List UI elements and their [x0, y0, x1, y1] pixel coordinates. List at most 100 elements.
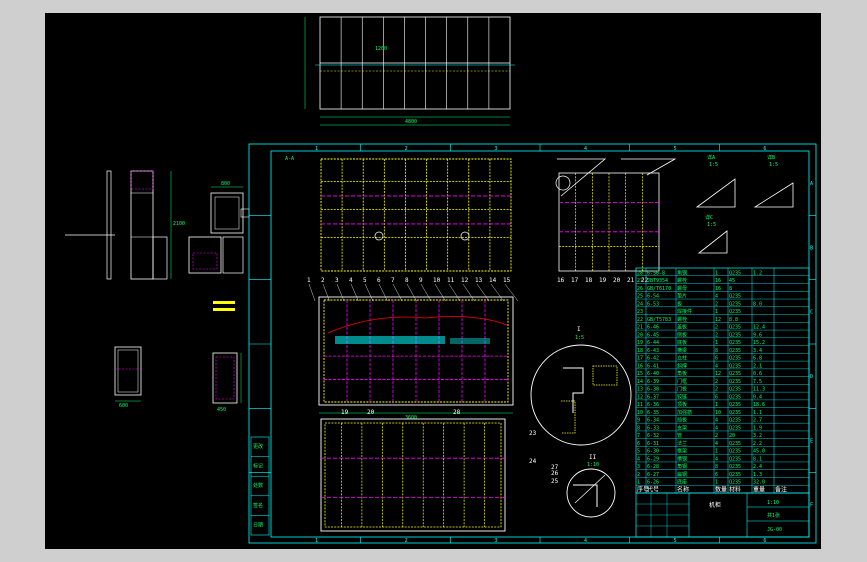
bom-cell: Q235	[729, 418, 741, 424]
bom-cell: Q235	[729, 387, 741, 393]
bom-cell: 11	[637, 402, 643, 408]
balloon-number: 23	[529, 430, 537, 437]
balloon-number: 14	[489, 277, 497, 284]
bom-cell: 6-35	[647, 410, 659, 416]
detail-2-label: II	[589, 454, 597, 461]
balloon-number: 8	[405, 277, 409, 284]
bom-cell: Q235	[729, 325, 741, 331]
balloon-leader	[308, 283, 316, 302]
bom-cell: 1.3	[753, 472, 762, 478]
bom-cell: 12.4	[753, 325, 765, 331]
detail-circle-1: I 1:5	[530, 326, 632, 446]
bom-cell: 2.2	[753, 441, 762, 447]
bom-cell: 8	[715, 464, 718, 470]
bom-cell: 18.6	[753, 402, 765, 408]
balloon-leader	[392, 283, 403, 302]
bom-table: 28 6-56-8 角钢 1 Q235 1.227 JBT9354 螺栓 16 4526 GB/T6…	[635, 267, 810, 494]
bom-cell: 0.6	[753, 371, 762, 377]
bom-cell: 5	[637, 449, 640, 455]
bom-cell: 斜撑	[677, 362, 687, 369]
balloon-number: 2	[321, 277, 325, 284]
zone-number-bottom: 6	[763, 538, 766, 544]
bom-cell: 6-39	[647, 379, 659, 385]
left-front-small-view: 600 450	[114, 346, 242, 413]
bom-cell: 25	[637, 294, 643, 300]
bom-cell: 8.0	[753, 301, 762, 307]
bom-cell: 螺母	[677, 285, 687, 292]
bom-cell: 框架	[677, 448, 687, 455]
bom-header-cell: 数量	[715, 486, 727, 494]
dim-small-a: 800	[221, 181, 230, 187]
zone-number-top: 2	[405, 146, 408, 152]
top-plan-view: 4800 1200	[304, 16, 515, 126]
zone-letter-side: D	[810, 374, 813, 380]
bom-cell: 立柱	[677, 355, 687, 362]
zone-number-bottom: 5	[674, 538, 677, 544]
bom-cell: 6-41	[647, 363, 659, 369]
bom-cell: 1	[637, 480, 640, 486]
bom-header-cell: 材料	[729, 486, 741, 494]
bom-cell: 32.0	[753, 480, 765, 486]
zone-number-bottom: 2	[405, 538, 408, 544]
bom-cell: 槽钢	[677, 455, 687, 462]
bom-cell: 8.1	[753, 456, 762, 462]
bom-cell: 门框	[677, 378, 687, 385]
detail-circle-2: II 1:10	[566, 454, 616, 518]
bom-cell: Q235	[729, 464, 741, 470]
bom-cell: 2	[715, 387, 718, 393]
bom-cell: Q235	[729, 472, 741, 478]
balloon-number: 25	[551, 478, 559, 485]
bom-cell: 21	[637, 325, 643, 331]
bom-header-cell: 重量	[753, 486, 765, 494]
bom-cell: 4	[715, 456, 718, 462]
bom-header-cell: 名称	[677, 486, 689, 494]
bom-cell: 0.4	[753, 394, 762, 400]
bom-cell: 角钢	[677, 463, 687, 470]
bom-cell: 扁钢	[677, 471, 687, 478]
bom-cell: 6-28	[647, 464, 659, 470]
cad-viewport[interactable]: 4800 1200 2100 800 600 450 1 2 3 4 5 6 1…	[45, 13, 821, 549]
bom-cell: 10	[637, 410, 643, 416]
zone-number-top: 3	[494, 146, 497, 152]
bom-cell: Q235	[729, 270, 741, 276]
bom-cell: 12	[637, 394, 643, 400]
balloon-leader	[322, 283, 330, 302]
bom-cell: 3	[637, 464, 640, 470]
balloon-number: 15	[503, 277, 511, 284]
bom-cell: 盖板	[677, 324, 687, 331]
bom-cell: 法兰	[677, 440, 687, 447]
bom-cell: 螺栓	[677, 316, 687, 323]
bom-cell: 顶板	[677, 401, 687, 408]
bom-cell: 15.2	[753, 340, 765, 346]
bom-cell: 1	[715, 340, 718, 346]
bom-cell: 20	[729, 433, 735, 439]
balloon-leader	[364, 283, 374, 302]
bom-cell: 3.4	[753, 348, 762, 354]
bom-cell: 14	[637, 379, 643, 385]
bom-cell: 45.0	[753, 449, 765, 455]
bom-cell: 23	[637, 309, 643, 315]
bom-cell: 2	[715, 433, 718, 439]
bom-cell: Q235	[729, 371, 741, 377]
bom-cell: 铰链	[677, 393, 687, 400]
bom-cell: 角板	[677, 370, 687, 377]
bom-cell: 1.2	[753, 270, 762, 276]
title-drawing-name: 机柜	[709, 501, 721, 509]
bom-cell: 6-37	[647, 394, 659, 400]
bom-cell: 22	[637, 317, 643, 323]
zone-number-top: 1	[315, 146, 318, 152]
front-view-label: A-A	[285, 156, 294, 162]
title-sheet: 共1张	[767, 512, 780, 519]
balloon-number: 19	[341, 409, 349, 416]
balloon-number: 16	[557, 277, 565, 284]
bom-cell: Q235	[729, 294, 741, 300]
bom-cell: 17	[637, 356, 643, 362]
zone-number-bottom: 1	[315, 538, 318, 544]
balloon-number: 19	[599, 277, 607, 284]
bom-cell: 螺栓	[677, 277, 687, 284]
detail-2-scale: 1:10	[587, 462, 599, 468]
bom-cell: Q235	[729, 410, 741, 416]
balloon-leader	[434, 283, 446, 302]
bom-cell: 2.1	[753, 363, 762, 369]
bom-cell: Q235	[729, 340, 741, 346]
